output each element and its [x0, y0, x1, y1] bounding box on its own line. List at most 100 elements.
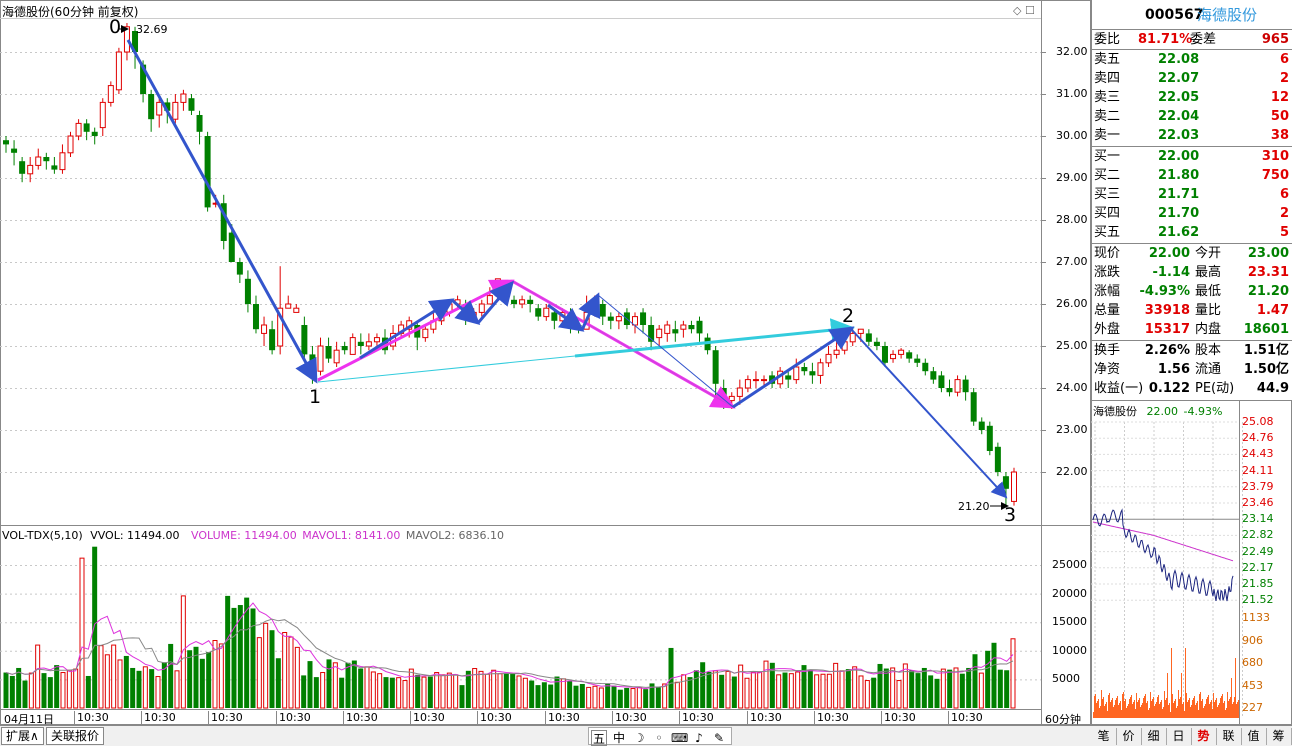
- volume-bar: [858, 675, 864, 709]
- quote-row: 总量 33918 量比 1.47: [1092, 301, 1292, 320]
- toolbar: 五 中 ☽ ◦ ⌨ ♪ ✎: [588, 727, 732, 746]
- volume-bar: [339, 677, 345, 708]
- volume-tick-label: 5000: [1052, 672, 1080, 686]
- volume-bar: [586, 686, 592, 709]
- weicha-value: 965: [1261, 32, 1289, 47]
- volume-bar: [440, 674, 446, 709]
- mini-volume-bar: [1210, 702, 1211, 718]
- volume-tick-label: 10000: [1052, 643, 1087, 657]
- volume-bar: [997, 669, 1003, 708]
- volume-bar: [225, 595, 231, 708]
- volume-bar: [953, 667, 959, 709]
- mini-volume-bar: [1218, 705, 1219, 718]
- quote-value: -1.14: [1152, 265, 1190, 280]
- volume-bar: [1010, 638, 1016, 709]
- mini-volume-bar: [1106, 702, 1107, 718]
- volume-bar: [605, 683, 611, 708]
- mini-volume-bar: [1200, 692, 1201, 718]
- volume-bar: [978, 672, 984, 709]
- mini-volume-bar: [1209, 704, 1210, 718]
- mini-volume-bar: [1191, 705, 1192, 718]
- volume-bar: [231, 607, 237, 708]
- volume-bar: [928, 675, 934, 708]
- volume-bar: [719, 674, 725, 708]
- volume-bar: [909, 670, 915, 708]
- volume-bar: [845, 669, 851, 708]
- volume-bar: [60, 672, 66, 709]
- quote-label: 外盘: [1094, 322, 1121, 337]
- dot-icon[interactable]: ◦: [651, 730, 667, 746]
- quote-label: 最低: [1195, 284, 1222, 299]
- volume-bar: [244, 597, 250, 708]
- price-tick-label: 28.00: [1056, 213, 1088, 226]
- mini-volume-bar: [1132, 704, 1133, 718]
- buy-level-label: 买二: [1094, 168, 1121, 183]
- keyboard-icon[interactable]: ⌨: [671, 730, 688, 746]
- volume-bar: [465, 670, 471, 708]
- music-icon[interactable]: ♪: [691, 730, 707, 746]
- volume-bar: [700, 662, 706, 708]
- time-tick-label: 10:30: [141, 711, 176, 724]
- quote-label: 内盘: [1195, 322, 1222, 337]
- right-tab[interactable]: 价: [1116, 728, 1142, 745]
- mini-volume-bar: [1232, 704, 1233, 718]
- volume-bar: [453, 674, 459, 709]
- mini-volume-bar: [1183, 702, 1184, 718]
- mini-volume-bar: [1111, 700, 1112, 718]
- volume-bar: [693, 670, 699, 708]
- quote-value: 23.00: [1247, 246, 1289, 261]
- sell-price: 22.03: [1158, 128, 1200, 143]
- right-tab[interactable]: 联: [1216, 728, 1242, 745]
- volume-bar: [985, 650, 991, 708]
- tab-expand[interactable]: 扩展∧: [1, 727, 44, 745]
- zhong-icon[interactable]: 中: [611, 730, 627, 746]
- mini-volume-bar: [1093, 712, 1094, 718]
- quote-row: 买五 21.62 5: [1092, 223, 1292, 242]
- mini-volume-bar: [1170, 712, 1171, 718]
- sell-qty: 50: [1270, 109, 1289, 124]
- mini-price: 22.00: [1146, 405, 1179, 418]
- tab-related-quotes[interactable]: 关联报价: [46, 727, 105, 745]
- wrench-icon[interactable]: ✎: [711, 730, 727, 746]
- right-tab[interactable]: 筹: [1266, 728, 1292, 745]
- volume-bar: [54, 665, 60, 708]
- mini-price-tick: 24.43: [1242, 447, 1274, 461]
- chart-options-icon[interactable]: ◇ ☐: [1013, 4, 1035, 17]
- volume-bar: [307, 661, 313, 708]
- volume-bar: [136, 670, 142, 708]
- mini-volume-bar: [1199, 694, 1200, 718]
- buy-qty: 2: [1279, 206, 1289, 221]
- mini-volume-bar: [1174, 701, 1175, 718]
- price-tick-label: 25.00: [1056, 339, 1088, 352]
- mini-volume-bar: [1134, 700, 1135, 718]
- quote-row: 现价 22.00 今开 23.00: [1092, 244, 1292, 263]
- right-tab[interactable]: 日: [1166, 728, 1192, 745]
- right-tab[interactable]: 笔: [1091, 728, 1117, 745]
- right-tab[interactable]: 值: [1241, 728, 1267, 745]
- right-tab[interactable]: 细: [1141, 728, 1167, 745]
- time-tick-label: 10:30: [747, 711, 782, 724]
- fund-value: 1.56: [1157, 362, 1190, 377]
- mini-volume-bar: [1188, 700, 1189, 718]
- buy-qty: 750: [1261, 168, 1289, 183]
- volume-bar: [250, 608, 256, 708]
- five-icon[interactable]: 五: [591, 730, 607, 746]
- mini-volume-bar: [1225, 710, 1226, 718]
- volume-bar: [807, 669, 813, 708]
- mini-volume-bar: [1117, 696, 1118, 718]
- buy-price: 21.70: [1158, 206, 1200, 221]
- right-tab[interactable]: 势: [1191, 728, 1217, 745]
- price-tick-label: 26.00: [1056, 297, 1088, 310]
- quote-value: 18601: [1243, 322, 1289, 337]
- mini-volume-bar: [1136, 693, 1137, 718]
- price-tick-label: 31.00: [1056, 87, 1088, 100]
- moon-icon[interactable]: ☽: [631, 730, 647, 746]
- time-tick-label: 10:30: [410, 711, 445, 724]
- volume-bar: [491, 669, 497, 709]
- volume-bar: [560, 678, 566, 709]
- volume-bar: [434, 672, 440, 709]
- volume-bar: [624, 687, 630, 708]
- buy-level-label: 买五: [1094, 225, 1121, 240]
- candle: [986, 421, 993, 456]
- quote-row: 买四 21.70 2: [1092, 204, 1292, 223]
